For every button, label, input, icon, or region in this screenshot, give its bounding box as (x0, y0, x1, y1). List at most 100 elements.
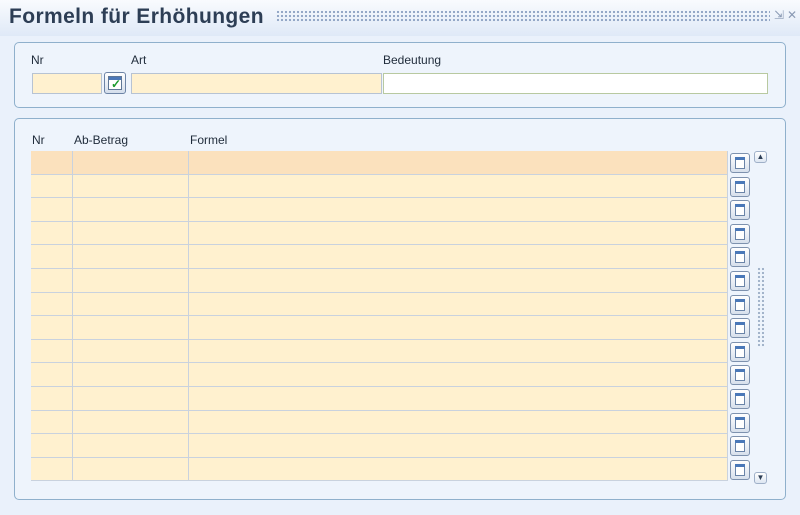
row-detail-button[interactable] (729, 387, 751, 411)
cell-formel[interactable] (189, 151, 728, 174)
calendar-icon (730, 294, 750, 315)
row-detail-button[interactable] (729, 222, 751, 246)
nr-label: Nr (31, 53, 44, 67)
table-row[interactable] (31, 363, 728, 387)
row-detail-button[interactable] (729, 340, 751, 364)
cell-nr[interactable] (31, 174, 73, 198)
cell-nr[interactable] (31, 221, 73, 245)
scroll-thumb[interactable] (757, 267, 764, 347)
cell-ab-betrag[interactable] (73, 363, 189, 386)
cell-formel[interactable] (189, 245, 728, 268)
calendar-icon (730, 318, 750, 339)
row-detail-button[interactable] (729, 293, 751, 317)
column-header-formel: Formel (190, 133, 228, 147)
cell-formel[interactable] (189, 339, 728, 363)
row-detail-button[interactable] (729, 363, 751, 387)
cell-nr[interactable] (31, 292, 73, 316)
row-detail-button[interactable] (729, 434, 751, 458)
calendar-icon (730, 365, 750, 386)
scroll-down-icon[interactable]: ▼ (754, 472, 767, 484)
calendar-icon (730, 270, 750, 291)
minimize-icon[interactable]: ⇲ (774, 8, 784, 22)
cell-formel[interactable] (189, 268, 728, 292)
table-row[interactable] (31, 268, 728, 293)
table-row[interactable] (31, 174, 728, 199)
cell-ab-betrag[interactable] (73, 386, 189, 410)
cell-formel[interactable] (189, 292, 728, 316)
table-row[interactable] (31, 292, 728, 317)
cell-formel[interactable] (189, 198, 728, 221)
table-row[interactable] (31, 434, 728, 458)
cell-nr[interactable] (31, 410, 73, 434)
cell-formel[interactable] (189, 363, 728, 386)
row-detail-button[interactable] (729, 269, 751, 293)
row-button-column (729, 151, 751, 481)
row-detail-button[interactable] (729, 316, 751, 340)
calendar-icon (730, 200, 750, 221)
table-row[interactable] (31, 221, 728, 246)
table-row[interactable] (31, 245, 728, 269)
bedeutung-label: Bedeutung (383, 53, 442, 67)
cell-ab-betrag[interactable] (73, 410, 189, 434)
row-detail-button[interactable] (729, 151, 751, 175)
cell-ab-betrag[interactable] (73, 292, 189, 316)
row-detail-button[interactable] (729, 458, 751, 482)
row-detail-button[interactable] (729, 411, 751, 435)
table-row[interactable] (31, 410, 728, 435)
cell-nr[interactable] (31, 434, 73, 457)
cell-formel[interactable] (189, 410, 728, 434)
close-icon[interactable]: ✕ (787, 8, 797, 22)
cell-ab-betrag[interactable] (73, 174, 189, 198)
cell-nr[interactable] (31, 386, 73, 410)
cell-ab-betrag[interactable] (73, 151, 189, 174)
calendar-icon (730, 412, 750, 433)
vertical-scrollbar[interactable]: ▲ ▼ (754, 151, 767, 484)
cell-formel[interactable] (189, 434, 728, 457)
cell-formel[interactable] (189, 316, 728, 339)
cell-formel[interactable] (189, 174, 728, 198)
table-row[interactable] (31, 386, 728, 411)
calendar-icon (730, 176, 750, 197)
cell-nr[interactable] (31, 457, 73, 481)
table-row[interactable] (31, 316, 728, 340)
cell-ab-betrag[interactable] (73, 339, 189, 363)
table-row[interactable] (31, 457, 728, 482)
art-picker-button[interactable]: ✓ (104, 72, 126, 94)
scroll-up-icon[interactable]: ▲ (754, 151, 767, 163)
cell-nr[interactable] (31, 151, 73, 174)
art-input[interactable] (131, 73, 382, 94)
calendar-icon (730, 459, 750, 480)
cell-nr[interactable] (31, 268, 73, 292)
table-row[interactable] (31, 151, 728, 175)
calendar-icon (730, 436, 750, 457)
cell-nr[interactable] (31, 198, 73, 221)
cell-nr[interactable] (31, 316, 73, 339)
cell-nr[interactable] (31, 245, 73, 268)
table-row[interactable] (31, 198, 728, 222)
art-label: Art (131, 53, 147, 67)
cell-nr[interactable] (31, 339, 73, 363)
cell-ab-betrag[interactable] (73, 434, 189, 457)
cell-formel[interactable] (189, 386, 728, 410)
table-row[interactable] (31, 339, 728, 364)
row-detail-button[interactable] (729, 245, 751, 269)
title-bar: Formeln für Erhöhungen ⇲ ✕ (0, 0, 800, 36)
cell-nr[interactable] (31, 363, 73, 386)
cell-ab-betrag[interactable] (73, 457, 189, 481)
nr-input[interactable] (32, 73, 102, 94)
cell-ab-betrag[interactable] (73, 268, 189, 292)
column-header-nr: Nr (32, 133, 45, 147)
column-header-ab-betrag: Ab-Betrag (74, 133, 129, 147)
calendar-icon (730, 153, 750, 173)
cell-ab-betrag[interactable] (73, 245, 189, 268)
cell-formel[interactable] (189, 221, 728, 245)
calendar-icon (730, 247, 750, 268)
row-detail-button[interactable] (729, 198, 751, 222)
cell-ab-betrag[interactable] (73, 221, 189, 245)
row-detail-button[interactable] (729, 175, 751, 199)
title-grip[interactable] (276, 10, 770, 22)
cell-ab-betrag[interactable] (73, 316, 189, 339)
cell-ab-betrag[interactable] (73, 198, 189, 221)
cell-formel[interactable] (189, 457, 728, 481)
bedeutung-input[interactable] (383, 73, 768, 94)
